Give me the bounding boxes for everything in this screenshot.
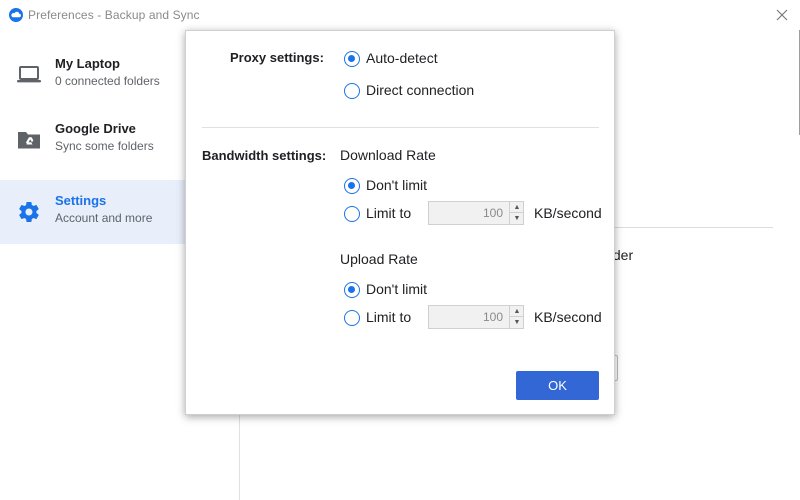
radio-upload-dont-limit-label[interactable]: Don't limit <box>366 281 427 297</box>
radio-upload-dont-limit-indicator[interactable] <box>344 282 360 298</box>
drive-folder-icon <box>18 132 40 149</box>
chevron-down-icon[interactable]: ▼ <box>510 317 524 328</box>
download-limit-stepper[interactable]: ▲ ▼ <box>428 201 524 225</box>
radio-download-dont-limit-indicator[interactable] <box>344 178 360 194</box>
proxy-settings-label: Proxy settings: <box>230 50 324 65</box>
chevron-up-icon[interactable]: ▲ <box>510 202 524 213</box>
radio-upload-limit-to-indicator[interactable] <box>344 310 360 326</box>
background-divider <box>613 227 773 228</box>
chevron-down-icon[interactable]: ▼ <box>510 213 524 224</box>
radio-upload-limit-to-label[interactable]: Limit to <box>366 309 411 325</box>
sidebar-item-title: My Laptop <box>55 56 120 71</box>
sidebar-item-subtitle: 0 connected folders <box>55 74 160 88</box>
radio-download-limit-to-indicator[interactable] <box>344 206 360 222</box>
radio-download-limit-to-label[interactable]: Limit to <box>366 205 411 221</box>
sidebar-item-title: Google Drive <box>55 121 136 136</box>
sidebar-item-title: Settings <box>55 193 107 208</box>
radio-auto-detect-label[interactable]: Auto-detect <box>366 50 438 66</box>
upload-limit-stepper[interactable]: ▲ ▼ <box>428 305 524 329</box>
upload-rate-heading: Upload Rate <box>340 251 418 267</box>
download-stepper-buttons[interactable]: ▲ ▼ <box>509 202 524 224</box>
sidebar-item-subtitle: Account and more <box>55 211 153 225</box>
radio-direct-connection-indicator[interactable] <box>344 83 360 99</box>
download-limit-input[interactable] <box>429 202 509 224</box>
sidebar-item-google-drive[interactable]: Google Drive Sync some folders <box>0 108 185 172</box>
upload-stepper-buttons[interactable]: ▲ ▼ <box>509 306 524 328</box>
title-bar: Preferences - Backup and Sync <box>0 0 800 30</box>
bandwidth-settings-label: Bandwidth settings: <box>202 148 327 163</box>
download-rate-heading: Download Rate <box>340 147 436 163</box>
sidebar-item-subtitle: Sync some folders <box>55 139 154 153</box>
download-unit-label: KB/second <box>534 205 602 221</box>
upload-unit-label: KB/second <box>534 309 602 325</box>
network-settings-dialog: Proxy settings: Auto-detect Direct conne… <box>185 30 615 415</box>
close-icon[interactable] <box>772 5 792 25</box>
sidebar-item-settings[interactable]: Settings Account and more <box>0 180 185 244</box>
section-divider <box>202 127 599 128</box>
laptop-icon <box>17 66 41 83</box>
upload-limit-input[interactable] <box>429 306 509 328</box>
chevron-up-icon[interactable]: ▲ <box>510 306 524 317</box>
radio-download-dont-limit-label[interactable]: Don't limit <box>366 177 427 193</box>
radio-direct-connection-label[interactable]: Direct connection <box>366 82 474 98</box>
cloud-icon <box>9 8 23 22</box>
window-title: Preferences - Backup and Sync <box>28 8 200 22</box>
radio-auto-detect-indicator[interactable] <box>344 51 360 67</box>
sidebar-item-my-laptop[interactable]: My Laptop 0 connected folders <box>0 43 185 107</box>
gear-icon <box>19 202 39 223</box>
ok-button[interactable]: OK <box>516 371 599 400</box>
